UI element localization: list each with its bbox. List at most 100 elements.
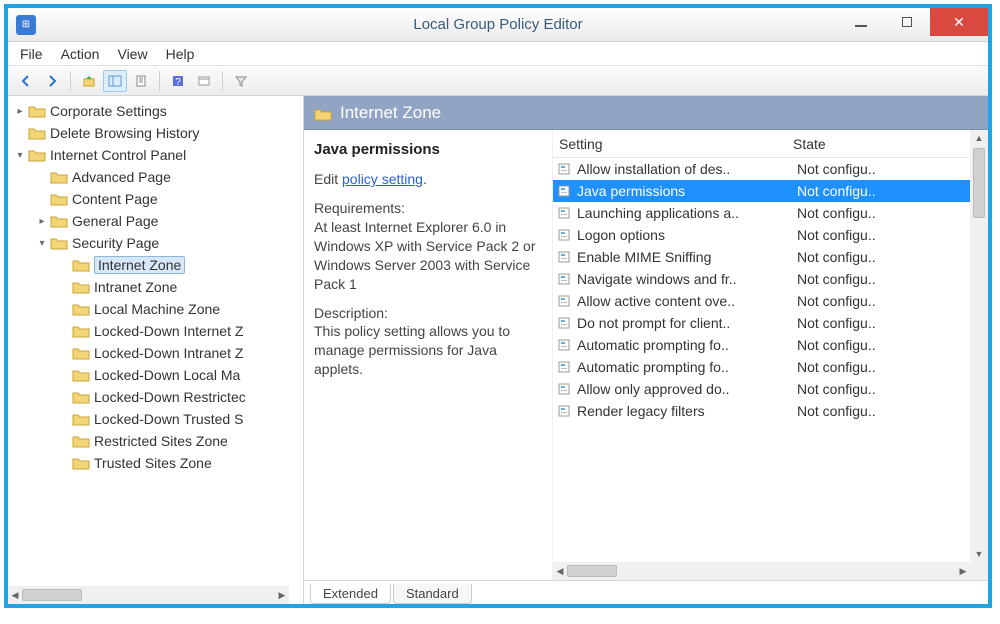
- policy-icon: [555, 315, 573, 331]
- settings-row-name: Allow only approved do..: [577, 381, 797, 397]
- properties-button[interactable]: [192, 70, 216, 92]
- folder-icon: [72, 434, 90, 448]
- tree-node-label: Security Page: [72, 235, 159, 251]
- tree-twisty-icon[interactable]: ▾: [14, 150, 26, 161]
- menu-file[interactable]: File: [14, 46, 55, 62]
- menu-view[interactable]: View: [111, 46, 159, 62]
- tree-node[interactable]: ▾Internet Control Panel: [8, 144, 303, 166]
- folder-icon: [314, 106, 332, 120]
- tree-node[interactable]: ▸Locked-Down Trusted S: [8, 408, 303, 430]
- policy-icon: [555, 183, 573, 199]
- edit-policy-link[interactable]: policy setting: [342, 171, 423, 187]
- settings-row-name: Render legacy filters: [577, 403, 797, 419]
- tree-node-label: Delete Browsing History: [50, 125, 199, 141]
- settings-row[interactable]: Allow only approved do..Not configu..: [553, 378, 970, 400]
- tree-node-label: Internet Zone: [94, 256, 185, 274]
- folder-icon: [50, 192, 68, 206]
- settings-row-name: Navigate windows and fr..: [577, 271, 797, 287]
- description-panel: Java permissions Edit policy setting. Re…: [304, 130, 552, 580]
- menu-help[interactable]: Help: [160, 46, 207, 62]
- settings-row-name: Automatic prompting fo..: [577, 359, 797, 375]
- policy-icon: [555, 205, 573, 221]
- settings-row-state: Not configu..: [797, 337, 970, 353]
- settings-row-name: Launching applications a..: [577, 205, 797, 221]
- help-button[interactable]: ?: [166, 70, 190, 92]
- policy-icon: [555, 337, 573, 353]
- tree-node[interactable]: ▸Locked-Down Internet Z: [8, 320, 303, 342]
- settings-row[interactable]: Automatic prompting fo..Not configu..: [553, 334, 970, 356]
- settings-vscrollbar[interactable]: ▲▼: [970, 130, 988, 562]
- tree-node[interactable]: ▸Restricted Sites Zone: [8, 430, 303, 452]
- nav-back-button[interactable]: [14, 70, 38, 92]
- tree-node-label: Content Page: [72, 191, 158, 207]
- menu-action[interactable]: Action: [55, 46, 112, 62]
- policy-icon: [555, 293, 573, 309]
- tree-twisty-icon[interactable]: ▾: [36, 238, 48, 249]
- settings-row[interactable]: Automatic prompting fo..Not configu..: [553, 356, 970, 378]
- svg-text:?: ?: [175, 77, 181, 88]
- column-setting[interactable]: Setting: [553, 136, 793, 152]
- policy-icon: [555, 403, 573, 419]
- folder-icon: [28, 148, 46, 162]
- settings-header[interactable]: Setting State: [553, 130, 988, 158]
- tree-node[interactable]: ▸Delete Browsing History: [8, 122, 303, 144]
- settings-row[interactable]: Allow active content ove..Not configu..: [553, 290, 970, 312]
- tree-twisty-icon[interactable]: ▸: [36, 216, 48, 227]
- tree-node[interactable]: ▸Advanced Page: [8, 166, 303, 188]
- tab-extended[interactable]: Extended: [310, 584, 391, 604]
- tree-node-label: Locked-Down Local Ma: [94, 367, 240, 383]
- tree-node-label: Locked-Down Intranet Z: [94, 345, 243, 361]
- tree-node[interactable]: ▸Intranet Zone: [8, 276, 303, 298]
- filter-button[interactable]: [229, 70, 253, 92]
- settings-row-state: Not configu..: [797, 227, 970, 243]
- folder-icon: [72, 456, 90, 470]
- tree-node[interactable]: ▾ Security Page: [8, 232, 303, 254]
- tree-node[interactable]: ▸Local Machine Zone: [8, 298, 303, 320]
- tree-node[interactable]: ▸General Page: [8, 210, 303, 232]
- settings-row[interactable]: Allow installation of des..Not configu..: [553, 158, 970, 180]
- details-title: Internet Zone: [340, 103, 441, 123]
- settings-row-state: Not configu..: [797, 249, 970, 265]
- tree-pane: ▸Corporate Settings▸Delete Browsing Hist…: [8, 96, 304, 604]
- toolbar: ?: [8, 66, 988, 96]
- tree-twisty-icon[interactable]: ▸: [14, 106, 26, 117]
- folder-icon: [72, 280, 90, 294]
- minimize-button[interactable]: [838, 8, 884, 36]
- tree-node[interactable]: ▸Locked-Down Intranet Z: [8, 342, 303, 364]
- settings-row[interactable]: Java permissionsNot configu..: [553, 180, 970, 202]
- tree-node-label: Restricted Sites Zone: [94, 433, 228, 449]
- settings-hscrollbar[interactable]: ◀▶: [553, 562, 970, 580]
- folder-icon: [28, 104, 46, 118]
- tree-node[interactable]: ▸Locked-Down Restrictec: [8, 386, 303, 408]
- settings-row-state: Not configu..: [797, 205, 970, 221]
- settings-row-state: Not configu..: [797, 359, 970, 375]
- policy-icon: [555, 271, 573, 287]
- column-state[interactable]: State: [793, 136, 988, 152]
- up-one-level-button[interactable]: [77, 70, 101, 92]
- folder-icon: [50, 236, 68, 250]
- settings-row[interactable]: Launching applications a..Not configu..: [553, 202, 970, 224]
- settings-row[interactable]: Render legacy filtersNot configu..: [553, 400, 970, 422]
- export-list-button[interactable]: [129, 70, 153, 92]
- tree-node[interactable]: ▸Content Page: [8, 188, 303, 210]
- tab-standard[interactable]: Standard: [393, 584, 472, 604]
- settings-row[interactable]: Enable MIME SniffingNot configu..: [553, 246, 970, 268]
- tree-node[interactable]: ▸Trusted Sites Zone: [8, 452, 303, 474]
- settings-row[interactable]: Navigate windows and fr..Not configu..: [553, 268, 970, 290]
- settings-row-state: Not configu..: [797, 161, 970, 177]
- folder-icon: [72, 302, 90, 316]
- titlebar[interactable]: ⊞ Local Group Policy Editor: [8, 8, 988, 42]
- settings-row-name: Allow installation of des..: [577, 161, 797, 177]
- tree-hscrollbar[interactable]: ◀ ▶: [8, 586, 289, 604]
- tree-node-label: Locked-Down Internet Z: [94, 323, 243, 339]
- tree-node-label: Local Machine Zone: [94, 301, 220, 317]
- tree-node[interactable]: ▸Locked-Down Local Ma: [8, 364, 303, 386]
- settings-row[interactable]: Do not prompt for client..Not configu..: [553, 312, 970, 334]
- maximize-button[interactable]: [884, 8, 930, 36]
- tree-node[interactable]: ▸Corporate Settings: [8, 100, 303, 122]
- nav-forward-button[interactable]: [40, 70, 64, 92]
- show-hide-tree-button[interactable]: [103, 70, 127, 92]
- tree-node[interactable]: ▸Internet Zone: [8, 254, 303, 276]
- close-button[interactable]: [930, 8, 988, 36]
- settings-row[interactable]: Logon optionsNot configu..: [553, 224, 970, 246]
